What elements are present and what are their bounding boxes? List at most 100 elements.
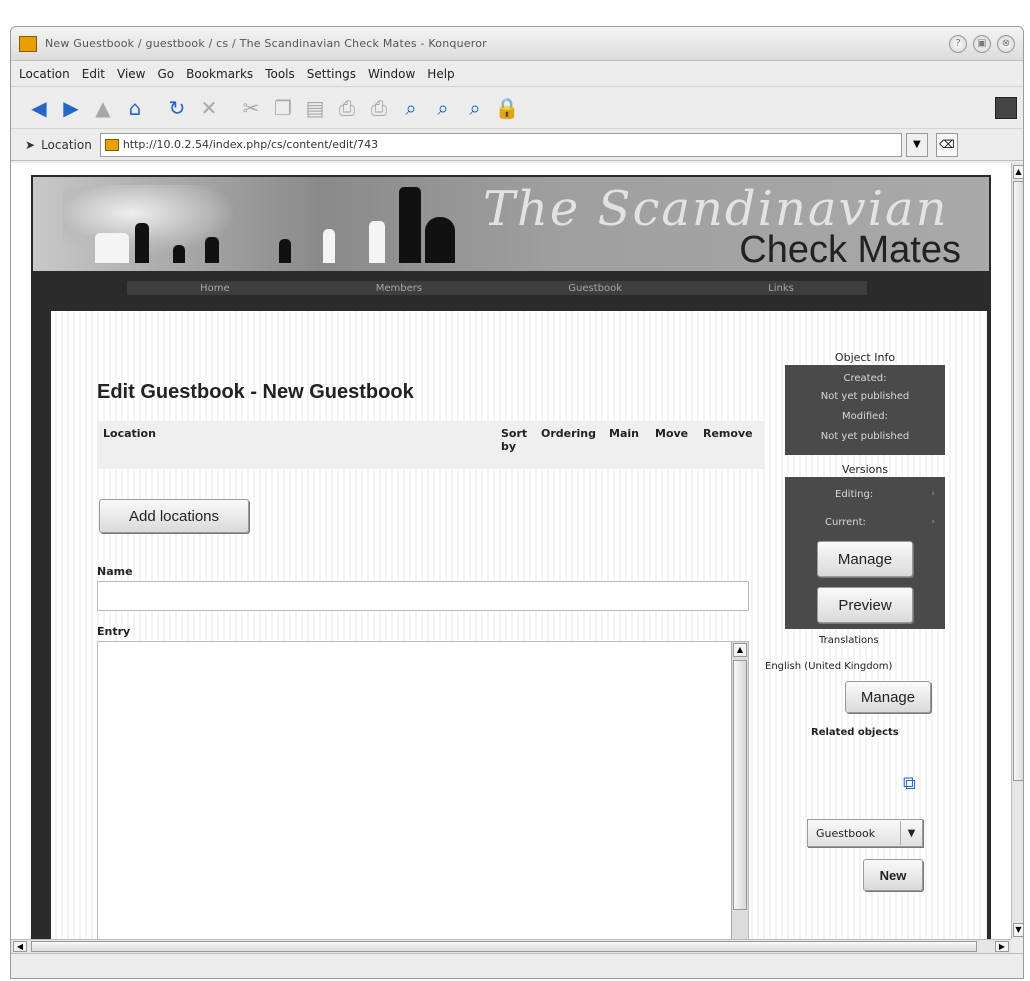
scroll-left-button[interactable]: ◀	[13, 941, 27, 952]
col-main: Main	[609, 427, 639, 440]
menu-edit[interactable]: Edit	[82, 67, 105, 81]
location-arrow-icon: ➤	[25, 137, 36, 152]
paste-icon[interactable]: ▤	[301, 94, 329, 122]
scroll-up-button[interactable]: ▲	[1013, 165, 1023, 179]
forward-icon[interactable]: ▶	[57, 94, 85, 122]
home-icon[interactable]: ⌂	[121, 94, 149, 122]
editing-chevron-icon: ›	[931, 489, 935, 499]
main-toolbar: ◀ ▶ ▲ ⌂ ↻ ✕ ✂ ❐ ▤ ⎙ ⎙ ⌕ ⌕ ⌕ 🔒	[11, 87, 1023, 129]
entry-label: Entry	[97, 625, 131, 638]
menu-location[interactable]: Location	[19, 67, 70, 81]
edit-sidebar: Object Info Created: Not yet published M…	[763, 351, 987, 939]
modified-value: Not yet published	[820, 431, 910, 442]
site-nav-strip: Home Members Guestbook Links	[127, 281, 867, 295]
close-button[interactable]: ⊗	[997, 34, 1015, 53]
name-input[interactable]	[97, 581, 749, 611]
col-location: Location	[103, 427, 156, 440]
stop-icon[interactable]: ✕	[195, 94, 223, 122]
chess-piece	[369, 221, 385, 263]
chess-piece	[279, 239, 291, 263]
chess-piece	[135, 223, 149, 263]
versions-editing: Editing:	[835, 489, 874, 500]
horizontal-scrollbar[interactable]: ◀ ▶	[11, 939, 1011, 953]
chess-piece	[425, 217, 455, 263]
nav-home[interactable]: Home	[200, 283, 230, 294]
security-lock-icon[interactable]: 🔒	[493, 94, 521, 122]
page-viewport: The Scandinavian Check Mates Home Member…	[11, 163, 1011, 939]
menu-settings[interactable]: Settings	[307, 67, 356, 81]
created-label: Created:	[843, 373, 887, 384]
scroll-right-button[interactable]: ▶	[995, 941, 1009, 952]
entry-scrollbar[interactable]: ▲	[731, 642, 748, 939]
vertical-scroll-thumb[interactable]	[1013, 181, 1023, 781]
menu-bar: Location Edit View Go Bookmarks Tools Se…	[11, 61, 1023, 87]
url-input[interactable]	[122, 138, 901, 151]
banner-brand: Check Mates	[739, 229, 961, 271]
chevron-down-icon: ▼	[900, 821, 922, 845]
current-chevron-icon: ›	[931, 517, 935, 527]
vertical-scrollbar[interactable]: ▲ ▼	[1011, 163, 1023, 939]
reload-icon[interactable]: ↻	[163, 94, 191, 122]
entry-scroll-thumb[interactable]	[733, 660, 747, 910]
manage-versions-button[interactable]: Manage	[817, 541, 913, 577]
object-info-title: Object Info	[834, 351, 896, 364]
print-frame-icon[interactable]: ⎙	[365, 94, 393, 122]
col-ordering: Ordering	[541, 427, 597, 440]
modified-label: Modified:	[841, 411, 889, 422]
clear-location-icon[interactable]: ⌫	[935, 132, 958, 157]
konqueror-icon	[19, 35, 37, 52]
col-remove: Remove	[703, 427, 753, 440]
up-icon[interactable]: ▲	[89, 94, 117, 122]
created-value: Not yet published	[820, 391, 910, 402]
back-icon[interactable]: ◀	[25, 94, 53, 122]
site-nav: Home Members Guestbook Links	[31, 271, 991, 311]
menu-help[interactable]: Help	[427, 67, 454, 81]
site-container: The Scandinavian Check Mates Home Member…	[31, 175, 991, 939]
copy-icon[interactable]: ❐	[269, 94, 297, 122]
menu-window[interactable]: Window	[368, 67, 415, 81]
add-locations-button[interactable]: Add locations	[99, 499, 249, 533]
zoom-in-icon[interactable]: ⌕	[397, 94, 425, 122]
title-bar: New Guestbook / guestbook / cs / The Sca…	[11, 27, 1023, 61]
class-select-value: Guestbook	[816, 826, 876, 840]
nav-guestbook[interactable]: Guestbook	[568, 283, 622, 294]
entry-textarea[interactable]	[97, 641, 749, 939]
chess-piece	[323, 229, 335, 263]
locations-table-header: Location Sort by Ordering Main Move Remo…	[97, 421, 765, 469]
entry-scroll-up[interactable]: ▲	[733, 643, 747, 657]
print-icon[interactable]: ⎙	[333, 94, 361, 122]
browser-window: New Guestbook / guestbook / cs / The Sca…	[10, 26, 1024, 979]
location-bar: ➤ Location ▼ ⌫	[11, 129, 1023, 161]
chess-piece	[399, 187, 421, 263]
page-title: Edit Guestbook - New Guestbook	[97, 381, 414, 403]
menu-bookmarks[interactable]: Bookmarks	[186, 67, 253, 81]
related-objects-icon[interactable]: ⧉	[903, 773, 925, 795]
menu-go[interactable]: Go	[158, 67, 175, 81]
find-icon[interactable]: ⌕	[461, 94, 489, 122]
cut-icon[interactable]: ✂	[237, 94, 265, 122]
horizontal-scroll-thumb[interactable]	[31, 941, 977, 952]
versions-title: Versions	[841, 463, 889, 476]
new-object-button[interactable]: New	[863, 859, 923, 891]
class-select[interactable]: Guestbook ▼	[807, 819, 923, 847]
help-button[interactable]: ?	[949, 34, 967, 53]
content-area: Edit Guestbook - New Guestbook Location …	[51, 311, 987, 939]
related-objects-title: Related objects	[811, 727, 899, 738]
url-field[interactable]	[99, 132, 902, 157]
nav-members[interactable]: Members	[376, 283, 422, 294]
menu-tools[interactable]: Tools	[265, 67, 295, 81]
scroll-down-button[interactable]: ▼	[1013, 923, 1023, 937]
window-title: New Guestbook / guestbook / cs / The Sca…	[45, 37, 487, 50]
menu-view[interactable]: View	[117, 67, 145, 81]
col-move: Move	[655, 427, 689, 440]
maximize-button[interactable]: ▣	[973, 34, 991, 53]
activity-icon	[995, 96, 1017, 119]
versions-current: Current:	[825, 517, 866, 528]
nav-links[interactable]: Links	[768, 283, 794, 294]
manage-translations-button[interactable]: Manage	[845, 681, 931, 713]
url-history-dropdown[interactable]: ▼	[905, 132, 928, 157]
location-label-text: Location	[41, 137, 92, 152]
favicon-icon	[104, 138, 119, 151]
preview-button[interactable]: Preview	[817, 587, 913, 623]
zoom-out-icon[interactable]: ⌕	[429, 94, 457, 122]
